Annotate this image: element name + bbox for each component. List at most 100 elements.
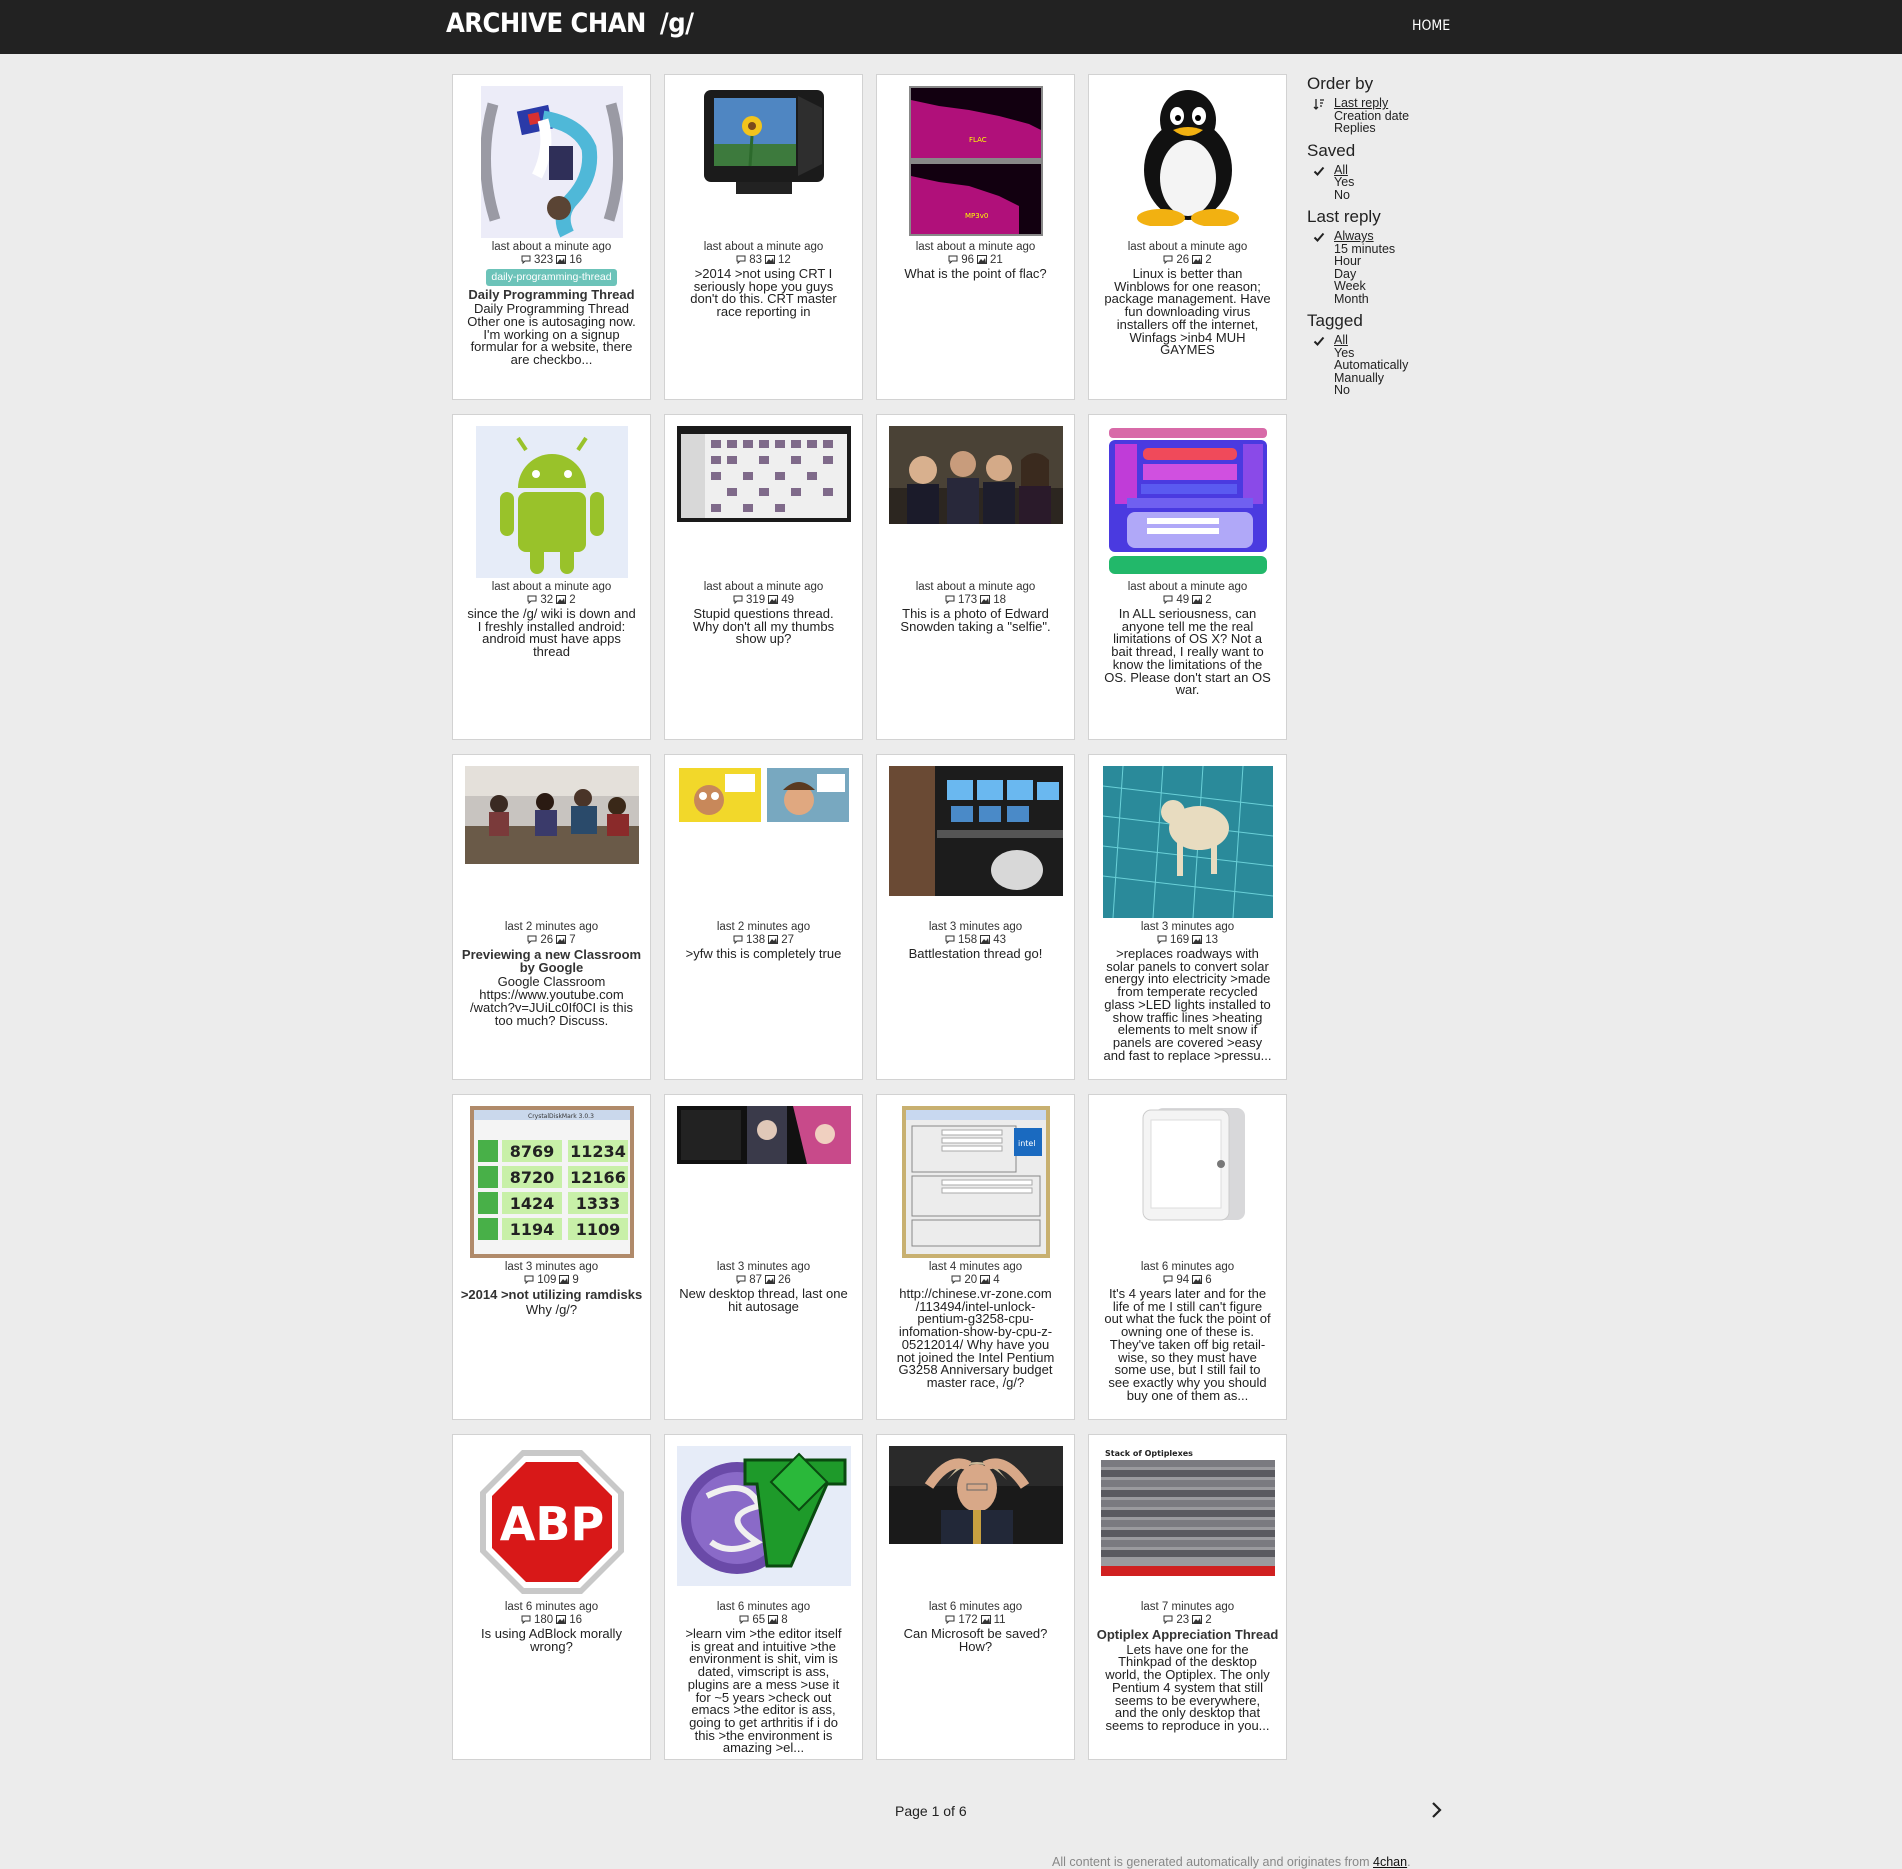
thread-meta: last about a minute ago 83 12 >2014 >not…	[669, 241, 858, 319]
thread-thumbnail[interactable]	[475, 426, 628, 578]
thread-thumbnail[interactable]	[888, 426, 1063, 524]
image-icon	[556, 595, 567, 605]
thread-card[interactable]: last about a minute ago 173 18 This is a…	[876, 414, 1075, 740]
image-icon	[980, 1275, 991, 1285]
thread-thumbnail[interactable]: CrystalDiskMark 3.0.3 8769 11234 8720 12166 1…	[469, 1106, 634, 1258]
thread-card[interactable]: last 3 minutes ago 158 43 Battlestation …	[876, 754, 1075, 1080]
thread-thumbnail[interactable]	[1128, 86, 1247, 226]
thread-card[interactable]: FLAC MP3v0 last about a minute ago 96 21 …	[876, 74, 1075, 400]
image-icon	[556, 255, 567, 265]
reply-count: 26	[540, 933, 554, 946]
thread-card[interactable]: intel last 4 minutes ago 20 4 http://chi…	[876, 1094, 1075, 1420]
filter-option[interactable]: No	[1307, 188, 1487, 202]
reply-count: 109	[537, 1273, 557, 1286]
thread-thumbnail[interactable]	[1106, 426, 1269, 578]
thread-card[interactable]: last about a minute ago 26 2 Linux is be…	[1088, 74, 1287, 400]
image-count: 13	[1205, 933, 1218, 946]
image-count: 18	[993, 593, 1006, 606]
thread-meta: last about a minute ago 96 21 What is th…	[881, 241, 1070, 281]
thread-thumbnail[interactable]	[1102, 766, 1273, 918]
check-icon	[1313, 232, 1325, 242]
thread-card[interactable]: Stack of Optiplexes last 7 minutes ago 2…	[1088, 1434, 1287, 1760]
image-icon	[1192, 1615, 1203, 1625]
site-brand[interactable]: ARCHIVE CHAN/g/	[446, 8, 694, 39]
thread-card[interactable]: last about a minute ago 83 12 >2014 >not…	[664, 74, 863, 400]
last-reply-time: last 3 minutes ago	[504, 1261, 599, 1273]
thread-excerpt: Why /g/?	[525, 1301, 578, 1317]
comment-icon	[521, 255, 531, 265]
filter-option[interactable]: Month	[1307, 292, 1487, 306]
thread-meta: last about a minute ago 323 16 daily-pro…	[457, 241, 646, 367]
thread-card[interactable]: last 6 minutes ago 65 8 >learn vim >the …	[664, 1434, 863, 1760]
thread-excerpt: >learn vim >the editor itself is great a…	[685, 1626, 842, 1756]
thread-meta: last about a minute ago 319 49 Stupid qu…	[669, 581, 858, 646]
chevron-right-icon[interactable]	[1426, 1800, 1446, 1820]
thread-card[interactable]: last 6 minutes ago 172 11 Can Microsoft …	[876, 1434, 1075, 1760]
thread-stats: 180 16	[457, 1614, 646, 1627]
thread-card[interactable]: last 2 minutes ago 26 7 Previewing a new…	[452, 754, 651, 1080]
disk-read-value: 8720	[509, 1168, 554, 1187]
image-count: 12	[778, 253, 791, 266]
thread-card[interactable]: last about a minute ago 319 49 Stupid qu…	[664, 414, 863, 740]
thread-card[interactable]: last about a minute ago 49 2 In ALL seri…	[1088, 414, 1287, 740]
thread-card[interactable]: last about a minute ago 323 16 daily-pro…	[452, 74, 651, 400]
thread-meta: last 7 minutes ago 23 2 Optiplex Appreci…	[1093, 1601, 1282, 1733]
thread-tag[interactable]: daily-programming-thread	[486, 269, 617, 286]
thread-thumbnail[interactable]	[676, 1446, 851, 1586]
thread-card[interactable]: last 3 minutes ago 87 26 New desktop thr…	[664, 1094, 863, 1420]
filter-option-label[interactable]: Replies	[1334, 121, 1376, 135]
comment-icon	[951, 1275, 961, 1285]
filter-option[interactable]: Replies	[1307, 122, 1487, 135]
thread-thumbnail[interactable]	[676, 1106, 851, 1164]
thread-thumbnail[interactable]: ABP	[475, 1446, 628, 1598]
filter-option-label[interactable]: Month	[1334, 292, 1369, 306]
reply-count: 169	[1170, 933, 1190, 946]
filter-option-label[interactable]: No	[1334, 383, 1350, 397]
thread-card[interactable]: last 3 minutes ago 169 13 >replaces road…	[1088, 754, 1287, 1080]
check-icon	[1313, 336, 1325, 346]
board-name[interactable]: /g/	[660, 8, 694, 39]
thread-thumbnail[interactable]	[676, 426, 851, 522]
check-icon	[1313, 166, 1325, 176]
home-link[interactable]: HOME	[1412, 18, 1450, 34]
thread-thumbnail[interactable]	[464, 766, 639, 864]
comment-icon	[945, 1615, 955, 1625]
thread-thumbnail[interactable]	[888, 1446, 1063, 1544]
thread-card[interactable]: last 6 minutes ago 94 6 It's 4 years lat…	[1088, 1094, 1287, 1420]
comment-icon	[1163, 595, 1173, 605]
last-reply-time: last about a minute ago	[703, 581, 824, 593]
image-icon	[1192, 255, 1203, 265]
image-count: 2	[569, 593, 576, 606]
sort-desc-icon	[1313, 99, 1324, 110]
thread-thumbnail[interactable]: intel	[901, 1106, 1050, 1258]
footer-source-link[interactable]: 4chan	[1373, 1855, 1407, 1869]
thread-stats: 319 49	[669, 594, 858, 607]
thread-card[interactable]: CrystalDiskMark 3.0.3 8769 11234 8720 12166 1…	[452, 1094, 651, 1420]
thread-thumbnail[interactable]	[480, 86, 623, 238]
filter-group: Last reply Always 15 minutes Hour Day Week Mon…	[1307, 207, 1487, 305]
last-reply-time: last 2 minutes ago	[716, 921, 811, 933]
site-title[interactable]: ARCHIVE CHAN	[446, 8, 646, 39]
filter-option[interactable]: No	[1307, 384, 1487, 397]
thread-thumbnail[interactable]	[699, 86, 828, 200]
thread-card[interactable]: last about a minute ago 32 2 since the /…	[452, 414, 651, 740]
image-count: 16	[569, 1613, 582, 1626]
thread-stats: 65 8	[669, 1614, 858, 1627]
thread-card[interactable]: ABP last 6 minutes ago 180 16 Is using A…	[452, 1434, 651, 1760]
thread-stats: 26 7	[457, 934, 646, 947]
thread-thumbnail[interactable]: FLAC MP3v0	[908, 86, 1043, 236]
thread-thumbnail[interactable]	[888, 766, 1063, 896]
thread-card[interactable]: last 2 minutes ago 138 27 >yfw this is c…	[664, 754, 863, 1080]
thread-excerpt: >yfw this is completely true	[685, 946, 842, 961]
filter-option-label[interactable]: No	[1334, 188, 1350, 202]
thread-excerpt: Lets have one for the Thinkpad of the de…	[1105, 1641, 1270, 1733]
thread-stats: 138 27	[669, 934, 858, 947]
thread-excerpt: Is using AdBlock morally wrong?	[481, 1626, 622, 1654]
image-icon	[768, 1615, 779, 1625]
thread-thumbnail[interactable]	[1120, 1106, 1255, 1224]
thread-thumbnail[interactable]	[676, 766, 851, 824]
reply-count: 323	[534, 253, 554, 266]
thread-meta: last 3 minutes ago 87 26 New desktop thr…	[669, 1261, 858, 1313]
thread-thumbnail[interactable]: Stack of Optiplexes	[1100, 1446, 1275, 1576]
reply-count: 87	[749, 1273, 762, 1286]
